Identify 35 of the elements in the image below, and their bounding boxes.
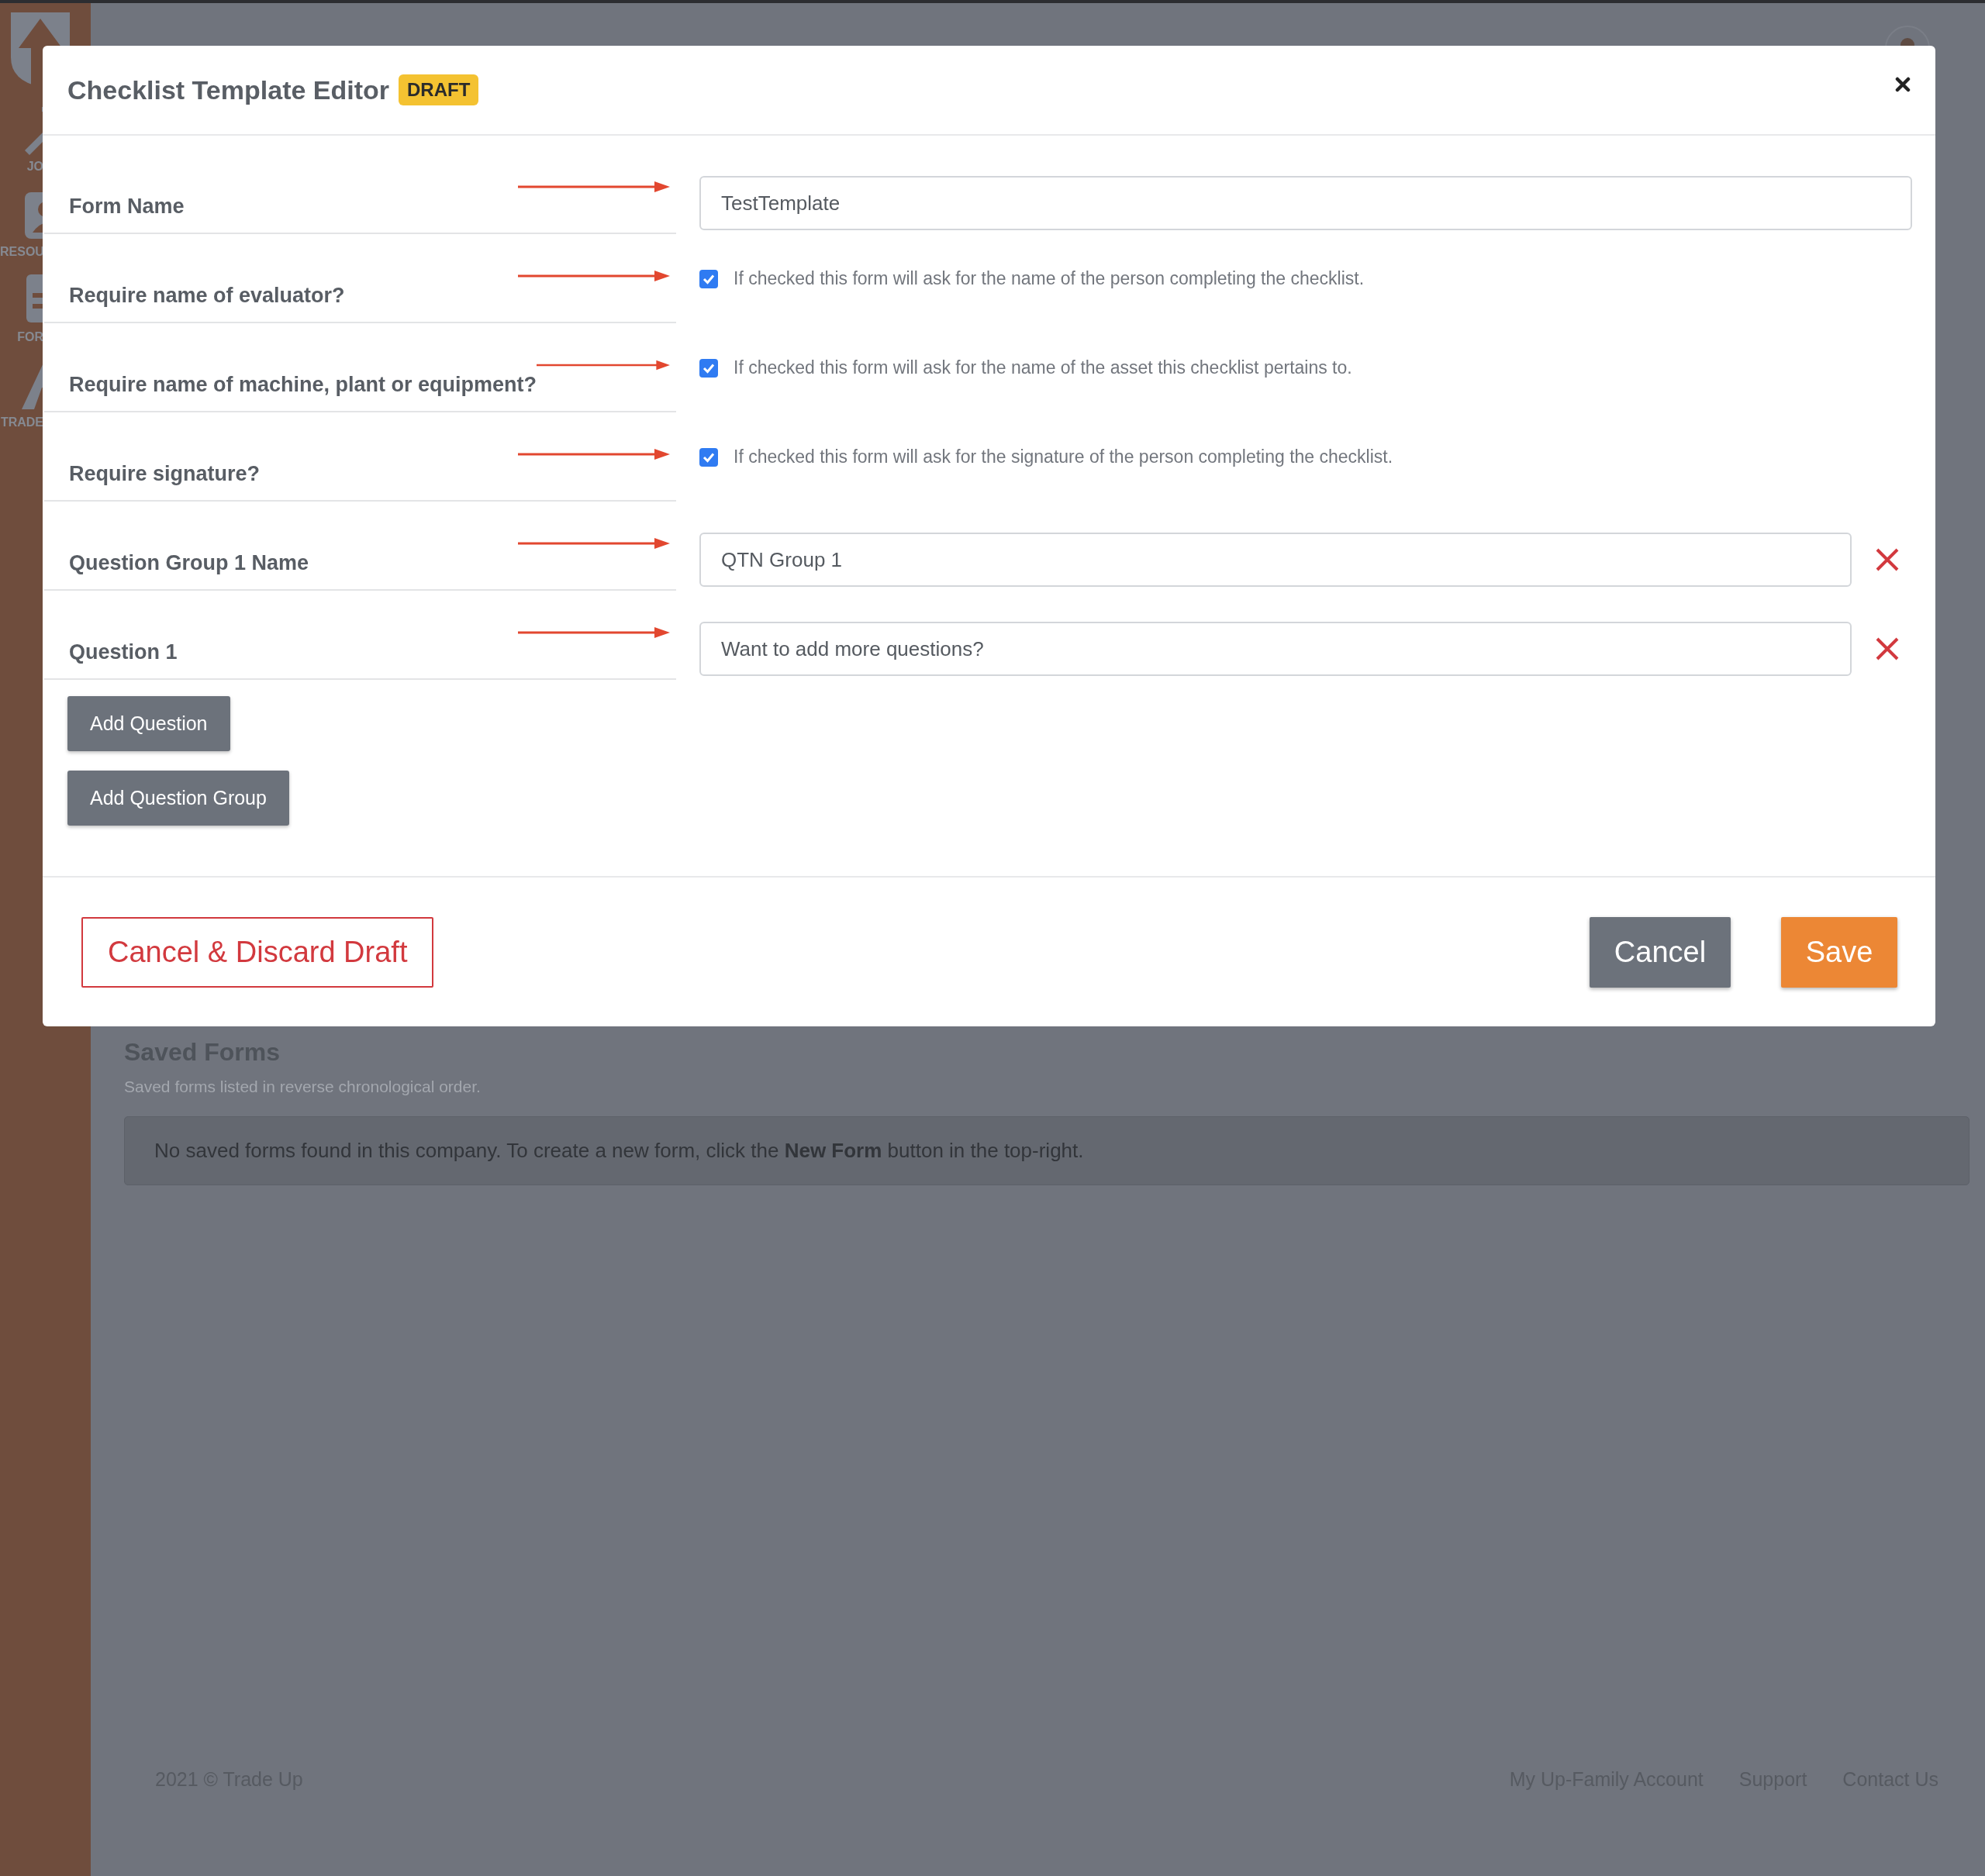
field-label: Require signature?: [69, 462, 261, 487]
checkbox-hint: If checked this form will ask for the name of the asset this checklist pertains to.: [734, 357, 1352, 378]
field-label: Form Name: [69, 195, 185, 219]
arrow-icon: [518, 270, 670, 282]
text-field[interactable]: QTN Group 1: [699, 533, 1852, 587]
arrow-icon: [518, 537, 670, 550]
close-icon[interactable]: [1895, 77, 1911, 92]
sidebar-label[interactable]: RESOU: [0, 245, 43, 259]
arrow-icon: [537, 359, 670, 371]
checkbox-hint: If checked this form will ask for the signature of the person completing the checklist.: [734, 447, 1393, 467]
dialog-title: Checklist Template Editor: [67, 74, 390, 105]
sidebar-label[interactable]: JO: [0, 160, 43, 174]
draft-badge: DRAFT: [399, 74, 479, 105]
arrow-icon: [518, 181, 670, 193]
sidebar-label[interactable]: FOR: [0, 330, 43, 344]
arrow-icon: [518, 448, 670, 460]
text-field[interactable]: TestTemplate: [699, 176, 1912, 230]
cancel-button[interactable]: Cancel: [1590, 916, 1731, 988]
discard-button[interactable]: Cancel & Discard Draft: [81, 916, 434, 988]
field-label: Require name of evaluator?: [69, 284, 345, 309]
checkbox[interactable]: [699, 358, 718, 378]
text-field[interactable]: Want to add more questions?: [699, 622, 1852, 676]
remove-icon[interactable]: [1875, 636, 1900, 661]
save-button[interactable]: Save: [1781, 916, 1897, 988]
checkbox[interactable]: [699, 447, 718, 467]
field-label: Question Group 1 Name: [69, 551, 309, 576]
sidebar-label[interactable]: TRADE: [0, 416, 43, 429]
field-label: Require name of machine, plant or equipment?: [69, 373, 537, 398]
add-button[interactable]: Add Question: [67, 696, 230, 751]
add-button[interactable]: Add Question Group: [67, 771, 289, 826]
remove-icon[interactable]: [1875, 547, 1900, 572]
checkbox[interactable]: [699, 269, 718, 288]
field-label: Question 1: [69, 640, 178, 665]
arrow-icon: [518, 626, 670, 639]
checkbox-hint: If checked this form will ask for the name of the person completing the checklist.: [734, 268, 1365, 289]
